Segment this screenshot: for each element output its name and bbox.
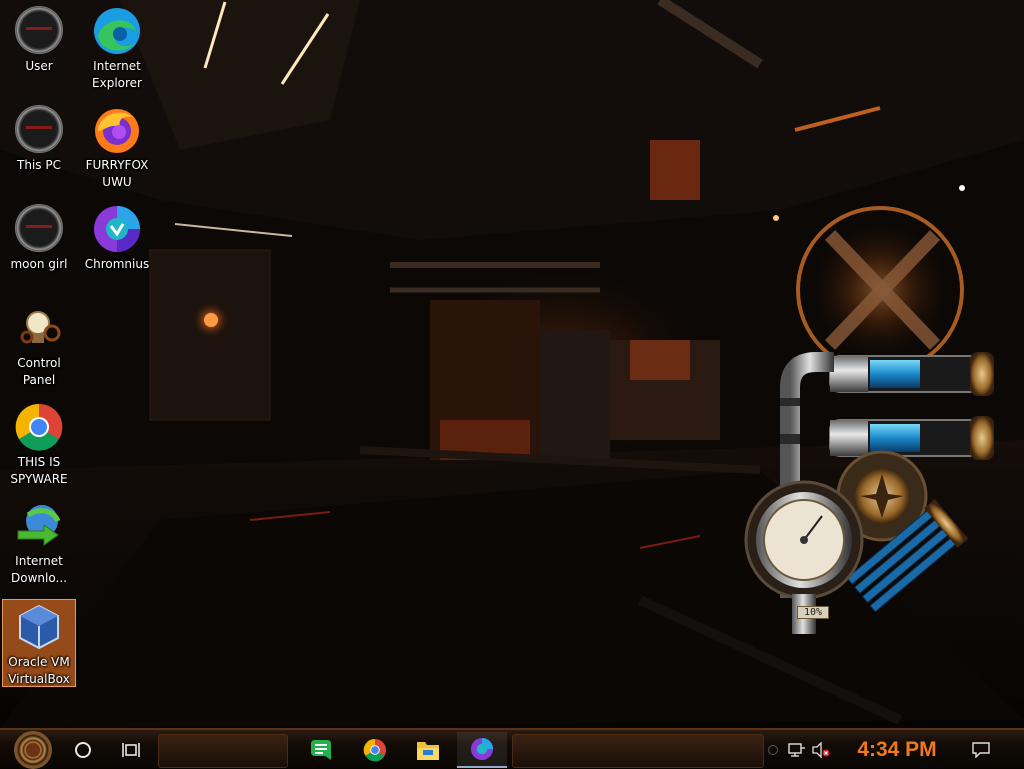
gauge-percent-readout: 10%: [797, 606, 829, 619]
network-icon: [788, 743, 805, 757]
gauge-this-pc-icon: [14, 105, 64, 155]
desktop-icon-label: Chromnius: [84, 257, 150, 271]
network-button[interactable]: [786, 732, 808, 768]
desktop-icon-this-pc[interactable]: This PC: [1, 101, 77, 174]
notification-center-button[interactable]: [966, 732, 996, 768]
steampunk-system-monitor-widget[interactable]: 10%: [742, 348, 1000, 648]
taskbar-app-green-chat[interactable]: [296, 732, 346, 768]
desktop-icon-label: Oracle VM VirtualBox: [8, 655, 70, 686]
internet-download-manager-icon: [14, 501, 64, 551]
desktop-icon-label: Internet Explorer: [92, 59, 142, 90]
file-explorer-icon: [417, 742, 439, 760]
desktop-icon-label: moon girl: [10, 257, 68, 271]
chrome-icon: [363, 738, 387, 762]
taskbar-decoration-left: [158, 734, 288, 768]
desktop-icon-user[interactable]: User: [1, 2, 77, 75]
desktop-icon-this-is-spyware[interactable]: THIS IS SPYWARE: [1, 398, 77, 488]
taskbar-clock[interactable]: 4:34 PM: [842, 732, 952, 768]
desktop-icon-moon-girl[interactable]: moon girl: [1, 200, 77, 273]
notification-icon: [972, 742, 990, 758]
desktop-icon-label: Internet Downlo...: [11, 554, 67, 585]
task-view-button[interactable]: [116, 732, 146, 768]
chromnius-icon: [92, 204, 142, 254]
desktop-icon-internet-explorer[interactable]: Internet Explorer: [79, 2, 155, 92]
taskbar-app-chrome[interactable]: [350, 732, 400, 768]
task-view-icon: [122, 743, 140, 757]
desktop-icon-chromnius[interactable]: Chromnius: [79, 200, 155, 273]
steampunk-gear-start-icon: [14, 731, 52, 769]
volume-button[interactable]: [810, 732, 832, 768]
gauge-moon-girl-icon: [14, 204, 64, 254]
search-button[interactable]: [68, 732, 98, 768]
tray-indicator[interactable]: [764, 732, 782, 768]
taskbar: 4:34 PM: [0, 728, 1024, 769]
edge-browser-icon: [92, 6, 142, 56]
desktop-icon-label: THIS IS SPYWARE: [10, 455, 68, 486]
lightbulb-gear-icon: [14, 303, 64, 353]
steampunk-pipes-icon: [744, 352, 994, 634]
desktop-icon-furryfox[interactable]: FURRYFOX UWU: [79, 101, 155, 191]
virtualbox-icon: [14, 602, 64, 652]
green-chat-app-icon: [311, 740, 331, 760]
firefox-icon: [92, 105, 142, 155]
volume-muted-icon: [812, 742, 830, 758]
desktop-icon-label: Control Panel: [17, 356, 61, 387]
chromnius-icon: [470, 737, 494, 761]
desktop-icon-oracle-vm-virtualbox[interactable]: Oracle VM VirtualBox: [2, 599, 76, 687]
taskbar-app-chromnius[interactable]: [457, 732, 507, 768]
desktop-icon-internet-download-manager[interactable]: Internet Downlo...: [1, 497, 77, 587]
desktop-icon-label: User: [25, 59, 53, 73]
taskbar-decoration-right: [512, 734, 764, 768]
tray-dot-icon: [768, 745, 778, 755]
chrome-icon: [14, 402, 64, 452]
desktop-icon-label: FURRYFOX UWU: [85, 158, 149, 189]
gauge-user-icon: [14, 6, 64, 56]
cortana-circle-icon: [75, 742, 91, 758]
desktop-icon-control-panel[interactable]: Control Panel: [1, 299, 77, 389]
taskbar-app-file-explorer[interactable]: [403, 732, 453, 768]
start-button[interactable]: [8, 731, 58, 769]
desktop-icon-label: This PC: [17, 158, 61, 172]
